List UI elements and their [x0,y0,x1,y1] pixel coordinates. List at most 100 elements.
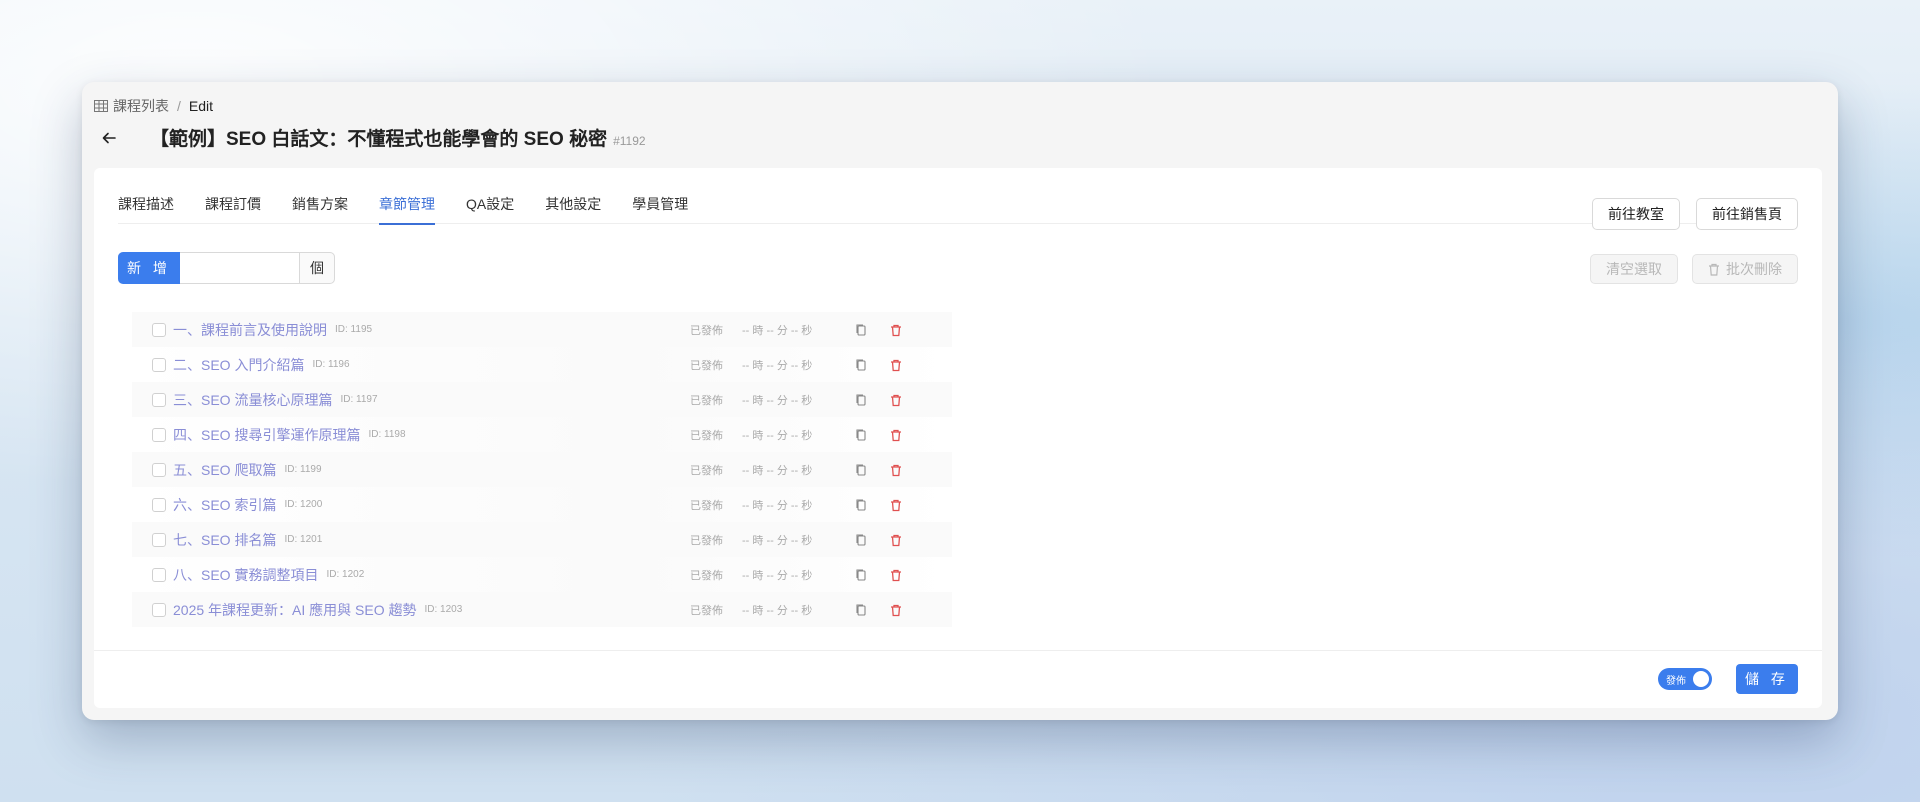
go-to-classroom-button[interactable]: 前往教室 [1592,198,1680,230]
chapter-id: ID: 1202 [326,569,365,580]
chapter-duration: -- 時 -- 分 -- 秒 [742,324,813,337]
back-button[interactable] [98,127,120,149]
trash-icon [1709,263,1719,276]
chapter-duration: -- 時 -- 分 -- 秒 [742,429,813,442]
chapter-status: 已發佈 [690,359,723,372]
chapter-title[interactable]: 五、SEO 爬取篇 [173,460,276,480]
chapter-row[interactable]: 八、SEO 實務調整項目 ID: 1202 已發佈 -- 時 -- 分 -- 秒 [132,557,952,592]
trash-icon[interactable] [889,533,903,547]
chapter-list: 一、課程前言及使用說明 ID: 1195 已發佈 -- 時 -- 分 -- 秒 … [132,312,952,627]
chapter-title[interactable]: 二、SEO 入門介紹篇 [173,355,304,375]
copy-icon[interactable] [854,568,868,582]
trash-icon[interactable] [889,393,903,407]
breadcrumb-separator: / [177,98,181,114]
chapter-status: 已發佈 [690,394,723,407]
chapter-id: ID: 1198 [368,429,406,440]
add-button[interactable]: 新 增 [118,252,180,284]
save-button[interactable]: 儲 存 [1736,664,1798,694]
publish-toggle[interactable]: 發佈 [1658,668,1712,690]
app-window: 課程列表 / Edit 【範例】SEO 白話文：不懂程式也能學會的 SEO 秘密… [82,82,1838,720]
batch-delete-button[interactable]: 批次刪除 [1692,254,1798,284]
chapter-title[interactable]: 六、SEO 索引篇 [173,495,276,515]
chapter-checkbox[interactable] [152,602,166,617]
chapter-title[interactable]: 一、課程前言及使用說明 [173,320,327,340]
copy-icon[interactable] [854,358,868,372]
tab-sales-plans[interactable]: 銷售方案 [292,190,348,224]
chapter-title[interactable]: 七、SEO 排名篇 [173,530,276,550]
chapter-row[interactable]: 五、SEO 爬取篇 ID: 1199 已發佈 -- 時 -- 分 -- 秒 [132,452,952,487]
copy-icon[interactable] [854,533,868,547]
copy-icon[interactable] [854,323,868,337]
chapter-checkbox[interactable] [152,427,166,442]
breadcrumb-parent-link[interactable]: 課程列表 [113,96,169,116]
tab-student-management[interactable]: 學員管理 [632,190,688,224]
main-card: 課程描述 課程訂價 銷售方案 章節管理 QA設定 其他設定 學員管理 前往教室 … [94,168,1822,708]
chapter-duration: -- 時 -- 分 -- 秒 [742,394,813,407]
chapter-checkbox[interactable] [152,322,166,337]
chapter-title[interactable]: 2025 年課程更新：AI 應用與 SEO 趨勢 [173,600,417,620]
chapter-checkbox[interactable] [152,392,166,407]
go-to-sales-page-button[interactable]: 前往銷售頁 [1696,198,1798,230]
chapter-duration: -- 時 -- 分 -- 秒 [742,604,813,617]
tab-chapter-management[interactable]: 章節管理 [379,190,435,225]
chapter-checkbox[interactable] [152,567,166,582]
tab-other-settings[interactable]: 其他設定 [545,190,601,224]
copy-icon[interactable] [854,428,868,442]
chapter-duration: -- 時 -- 分 -- 秒 [742,464,813,477]
chapter-id: ID: 1197 [340,394,378,405]
chapter-row[interactable]: 七、SEO 排名篇 ID: 1201 已發佈 -- 時 -- 分 -- 秒 [132,522,952,557]
copy-icon[interactable] [854,603,868,617]
clear-selection-button[interactable]: 清空選取 [1590,254,1678,284]
clear-selection-label: 清空選取 [1606,261,1662,277]
chapter-checkbox[interactable] [152,462,166,477]
chapter-duration: -- 時 -- 分 -- 秒 [742,534,813,547]
tab-qa-settings[interactable]: QA設定 [466,190,514,224]
chapter-duration: -- 時 -- 分 -- 秒 [742,359,813,372]
chapter-id: ID: 1201 [284,534,323,545]
trash-icon[interactable] [889,323,903,337]
publish-toggle-label: 發佈 [1666,675,1686,687]
toggle-knob [1693,671,1709,687]
copy-icon[interactable] [854,498,868,512]
chapter-id: ID: 1196 [312,359,350,370]
bulk-actions: 清空選取 批次刪除 [1590,254,1798,284]
chapter-row[interactable]: 四、SEO 搜尋引擎運作原理篇 ID: 1198 已發佈 -- 時 -- 分 -… [132,417,952,452]
page-title: 【範例】SEO 白話文：不懂程式也能學會的 SEO 秘密 [150,129,608,150]
chapter-checkbox[interactable] [152,357,166,372]
trash-icon[interactable] [889,463,903,477]
trash-icon[interactable] [889,603,903,617]
chapter-checkbox[interactable] [152,532,166,547]
add-count-input[interactable] [180,252,300,284]
chapter-row[interactable]: 三、SEO 流量核心原理篇 ID: 1197 已發佈 -- 時 -- 分 -- … [132,382,952,417]
breadcrumb-current: Edit [188,98,214,114]
copy-icon[interactable] [854,393,868,407]
trash-icon[interactable] [889,568,903,582]
tab-course-description[interactable]: 課程描述 [118,190,174,224]
chapter-title[interactable]: 三、SEO 流量核心原理篇 [173,390,332,410]
chapter-row[interactable]: 二、SEO 入門介紹篇 ID: 1196 已發佈 -- 時 -- 分 -- 秒 [132,347,952,382]
chapter-duration: -- 時 -- 分 -- 秒 [742,499,813,512]
chapter-id: ID: 1200 [284,499,323,510]
chapter-title[interactable]: 四、SEO 搜尋引擎運作原理篇 [173,425,360,445]
chapter-row[interactable]: 一、課程前言及使用說明 ID: 1195 已發佈 -- 時 -- 分 -- 秒 [132,312,952,347]
arrow-left-icon [102,132,116,143]
chapter-checkbox[interactable] [152,497,166,512]
top-buttons: 前往教室 前往銷售頁 [1592,198,1798,230]
tab-bar: 課程描述 課程訂價 銷售方案 章節管理 QA設定 其他設定 學員管理 [118,190,1798,225]
chapter-row[interactable]: 2025 年課程更新：AI 應用與 SEO 趨勢 ID: 1203 已發佈 --… [132,592,952,627]
add-count-suffix: 個 [300,252,335,284]
tab-course-pricing[interactable]: 課程訂價 [205,190,261,224]
chapter-status: 已發佈 [690,324,723,337]
chapter-status: 已發佈 [690,534,723,547]
copy-icon[interactable] [854,463,868,477]
title-row: 【範例】SEO 白話文：不懂程式也能學會的 SEO 秘密 #1192 [98,124,646,151]
chapter-id: ID: 1199 [284,464,322,475]
chapter-title[interactable]: 八、SEO 實務調整項目 [173,565,318,585]
trash-icon[interactable] [889,498,903,512]
chapter-status: 已發佈 [690,429,723,442]
trash-icon[interactable] [889,358,903,372]
trash-icon[interactable] [889,428,903,442]
chapter-row[interactable]: 六、SEO 索引篇 ID: 1200 已發佈 -- 時 -- 分 -- 秒 [132,487,952,522]
course-id: #1192 [613,133,646,148]
footer-divider [94,650,1822,651]
